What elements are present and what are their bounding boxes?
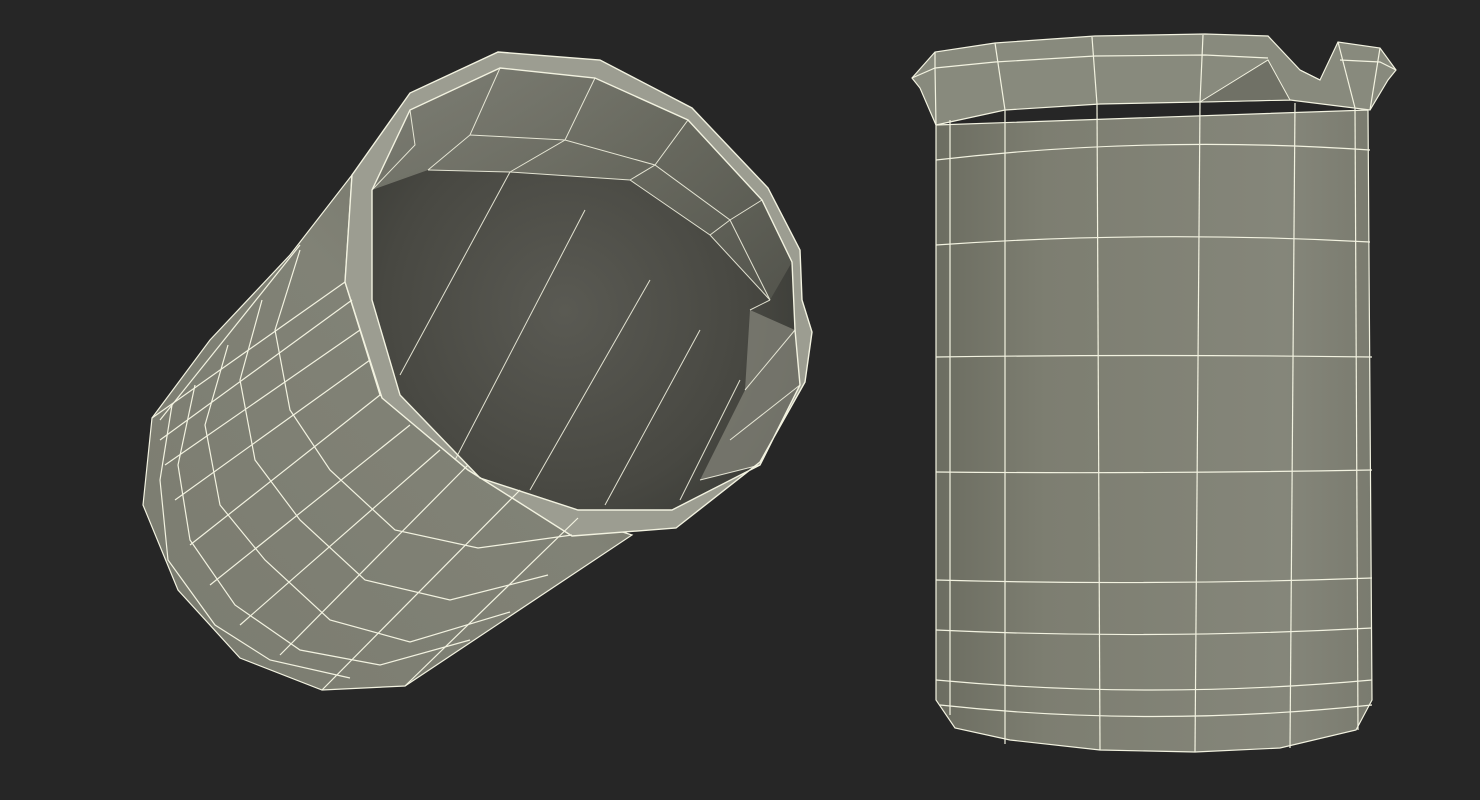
tilted-beaker bbox=[142, 51, 813, 691]
render-viewport bbox=[0, 0, 1480, 800]
upright-beaker bbox=[911, 33, 1397, 753]
upright-beaker-body bbox=[935, 109, 1373, 753]
render-canvas bbox=[142, 33, 1397, 753]
